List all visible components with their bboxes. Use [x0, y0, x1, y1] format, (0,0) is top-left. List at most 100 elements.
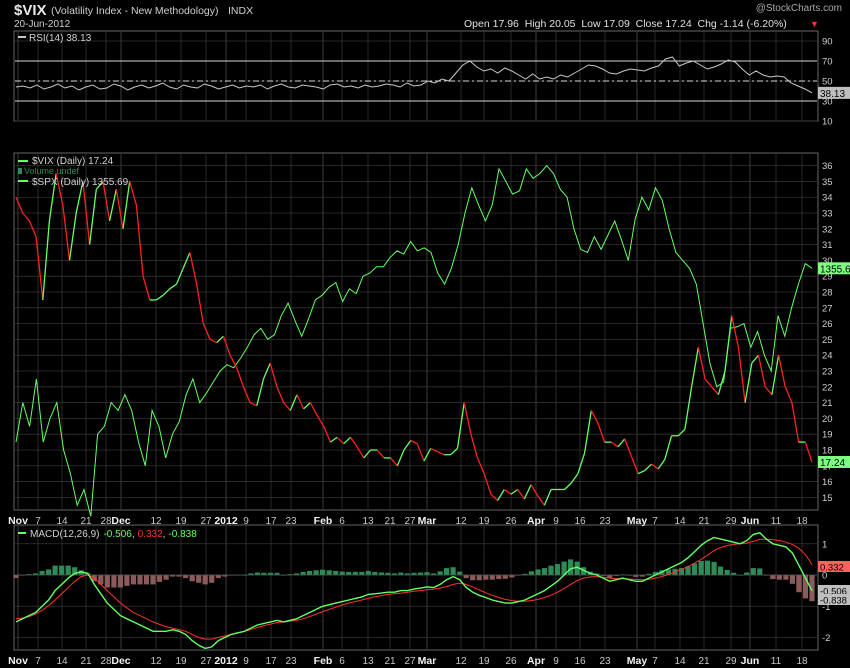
macd-histogram-bar [528, 571, 534, 576]
x-tick-label: 21 [80, 656, 92, 667]
macd-histogram-bar [457, 571, 463, 575]
x-tick-label: Apr [527, 515, 545, 527]
macd-histogram-bar [502, 575, 508, 579]
x-tick-label: 23 [285, 516, 297, 527]
macd-histogram-bar [339, 571, 345, 575]
macd-legend-text: MACD(12,26,9) -0.506, 0.332, -0.838 [30, 529, 197, 540]
macd-histogram-bar [111, 575, 117, 588]
price-tick-label: 31 [822, 240, 833, 251]
macd-histogram-bar [372, 571, 378, 575]
macd-tick-label: 1 [822, 539, 827, 550]
price-tick-label: 21 [822, 398, 833, 409]
x-tick-label: Nov [8, 655, 28, 667]
x-tick-label: 19 [175, 516, 187, 527]
x-tick-label: Feb [314, 655, 333, 667]
down-arrow-icon: ▼ [810, 19, 819, 29]
price-tick-label: 27 [822, 303, 833, 314]
macd-histogram-bar [352, 571, 358, 575]
vix-chart: $VIX (Volatility Index - New Methodology… [0, 0, 850, 668]
x-tick-label: Jun [741, 655, 760, 667]
x-tick-label: 6 [339, 516, 345, 527]
x-tick-label: 17 [265, 656, 277, 667]
price-tick-label: 19 [822, 430, 833, 441]
macd-histogram-bar [705, 560, 711, 575]
macd-histogram-bar [196, 575, 202, 583]
macd-histogram-bar [13, 575, 19, 579]
x-tick-label: 18 [796, 516, 808, 527]
x-tick-label: 9 [553, 516, 559, 527]
watermark: @StockCharts.com [756, 3, 842, 14]
x-tick-label: May [627, 515, 648, 527]
macd-value-label: 0.332 [820, 563, 844, 574]
macd-value-label: -0.838 [820, 596, 847, 607]
x-tick-label: 2012 [214, 655, 238, 667]
macd-histogram-bar [724, 570, 730, 575]
macd-histogram-bar [117, 575, 123, 588]
x-tick-label: 21 [698, 516, 710, 527]
macd-histogram-bar [215, 575, 221, 579]
price-tick-label: 25 [822, 335, 833, 346]
x-tick-label: 19 [175, 656, 187, 667]
price-tick-label: 22 [822, 382, 833, 393]
macd-histogram-bar [202, 575, 208, 585]
x-tick-label: 26 [505, 516, 517, 527]
x-tick-label: 7 [652, 656, 658, 667]
macd-histogram-bar [365, 570, 371, 575]
x-tick-label: 27 [200, 656, 212, 667]
macd-histogram-bar [691, 563, 698, 575]
x-tick-label: Mar [418, 655, 437, 667]
macd-histogram-bar [437, 571, 443, 576]
macd-histogram-bar [65, 565, 71, 575]
x-tick-label: 12 [455, 516, 467, 527]
macd-histogram-bar [783, 575, 789, 580]
macd-histogram-bar [46, 569, 52, 575]
x-tick-label: 12 [150, 656, 162, 667]
x-tick-label: 27 [404, 656, 416, 667]
macd-histogram-bar [470, 575, 476, 581]
macd-tick-label: -2 [822, 633, 830, 644]
macd-histogram-bar [750, 568, 756, 575]
x-tick-label: 23 [599, 516, 611, 527]
chart-date: 20-Jun-2012 [14, 19, 71, 30]
macd-histogram-bar [143, 575, 150, 585]
rsi-tick-label: 90 [822, 37, 833, 48]
spx-legend-text: $SPX (Daily) 1355.69 [32, 177, 129, 188]
x-tick-label: 21 [384, 516, 396, 527]
price-tick-label: 35 [822, 177, 833, 188]
x-tick-label: 17 [265, 516, 277, 527]
macd-histogram-bar [320, 569, 326, 575]
price-tick-label: 33 [822, 209, 833, 220]
price-tick-label: 26 [822, 319, 833, 330]
x-tick-label: Apr [527, 655, 545, 667]
x-tick-label: 28 [100, 656, 112, 667]
price-tick-label: 23 [822, 366, 833, 377]
x-tick-label: 28 [100, 516, 112, 527]
x-tick-label: Nov [8, 515, 28, 527]
symbol-title: $VIX [14, 2, 47, 19]
macd-histogram-bar [124, 575, 130, 586]
macd-histogram-bar [307, 570, 313, 575]
macd-histogram-bar [137, 575, 143, 585]
macd-histogram-bar [450, 567, 456, 575]
exchange-label: INDX [228, 5, 253, 17]
macd-histogram-bar [39, 570, 45, 575]
macd-histogram-bar [535, 569, 541, 575]
price-tick-label: 15 [822, 493, 833, 504]
x-tick-label: 29 [725, 516, 737, 527]
macd-legend: MACD(12,26,9) -0.506, 0.332, -0.838 [18, 529, 197, 540]
x-tick-label: 21 [80, 516, 92, 527]
macd-histogram-bar [183, 575, 189, 579]
x-tick-label: 14 [674, 656, 686, 667]
x-tick-label: May [627, 655, 648, 667]
macd-histogram-bar [476, 575, 482, 581]
x-tick-label: 18 [796, 656, 808, 667]
macd-histogram-bar [424, 572, 430, 575]
x-tick-label: 14 [674, 516, 686, 527]
macd-histogram-bar [776, 575, 782, 580]
x-tick-label: 16 [574, 656, 586, 667]
spx-value-label: 1355.6 [820, 264, 850, 275]
x-tick-label: 21 [698, 656, 710, 667]
macd-histogram-bar [483, 575, 489, 580]
x-tick-label: 27 [200, 516, 212, 527]
rsi-tick-label: 10 [822, 117, 833, 128]
